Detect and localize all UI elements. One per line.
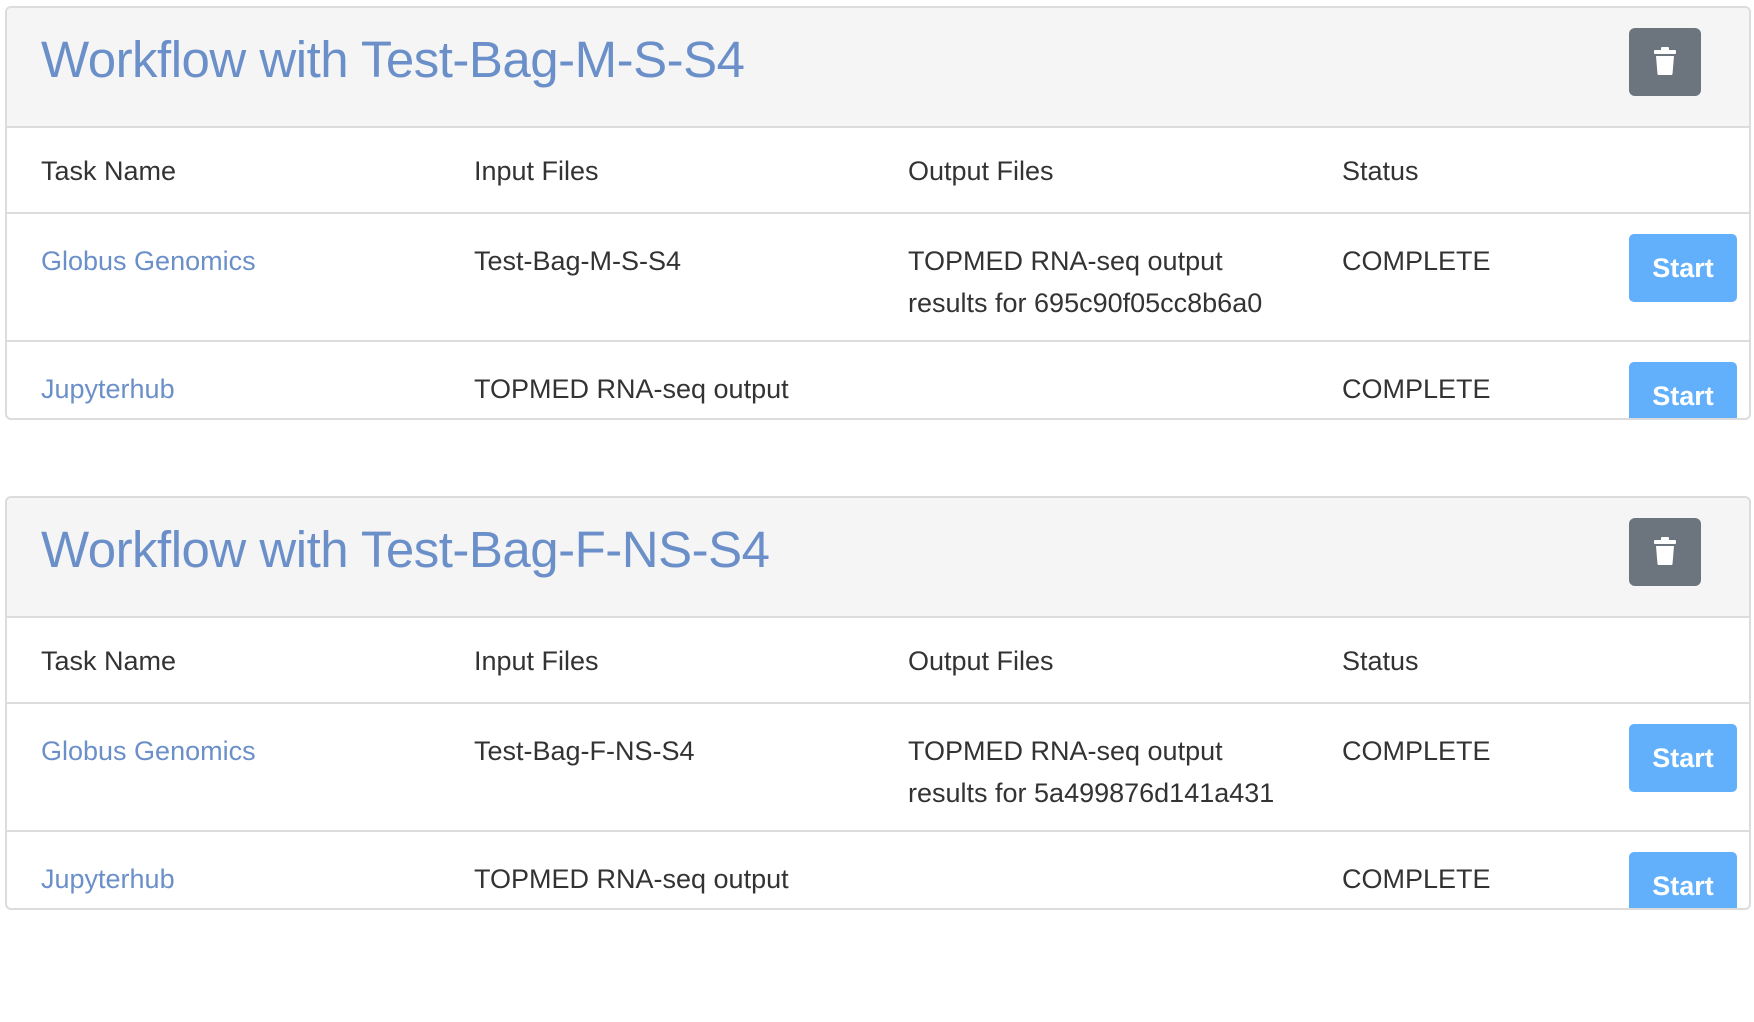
column-header-output-files: Output Files — [908, 156, 1054, 186]
table-row: Globus Genomics Test-Bag-M-S-S4 TOPMED R… — [7, 214, 1749, 342]
workflow-card-header: Workflow with Test-Bag-F-NS-S4 — [7, 498, 1749, 618]
input-file-line: results for 5a499876d141a431 — [474, 900, 894, 908]
input-file-line: results for 695c90f05cc8b6a0 — [474, 410, 894, 418]
workflow-list: Workflow with Test-Bag-M-S-S4 Task Name … — [0, 0, 1754, 1022]
task-name-cell: Jupyterhub — [41, 858, 175, 900]
output-files-cell: TOPMED RNA-seq output results for 695c90… — [908, 240, 1328, 324]
input-file-line: Test-Bag-M-S-S4 — [474, 246, 682, 276]
delete-workflow-button[interactable] — [1629, 518, 1701, 586]
status-cell: COMPLETE — [1342, 736, 1491, 766]
start-button[interactable]: Start — [1629, 234, 1737, 302]
status-cell: COMPLETE — [1342, 246, 1491, 276]
task-link-globus-genomics[interactable]: Globus Genomics — [41, 246, 256, 276]
column-header-status: Status — [1342, 156, 1419, 186]
input-file-line: Test-Bag-F-NS-S4 — [474, 736, 695, 766]
column-header-input-files: Input Files — [474, 646, 599, 676]
workflow-card-header: Workflow with Test-Bag-M-S-S4 — [7, 8, 1749, 128]
start-button[interactable]: Start — [1629, 724, 1737, 792]
input-files-cell: Test-Bag-M-S-S4 — [474, 240, 894, 282]
table-row: Jupyterhub TOPMED RNA-seq output results… — [7, 342, 1749, 418]
delete-workflow-button[interactable] — [1629, 28, 1701, 96]
table-header-row: Task Name Input Files Output Files Statu… — [7, 128, 1749, 214]
workflow-title: Workflow with Test-Bag-F-NS-S4 — [41, 521, 770, 578]
column-header-task-name: Task Name — [41, 646, 177, 676]
input-files-cell: TOPMED RNA-seq output results for 5a4998… — [474, 858, 894, 908]
output-file-line: results for 5a499876d141a431 — [908, 778, 1275, 808]
output-file-line: TOPMED RNA-seq output — [908, 246, 1223, 276]
column-header-output-files: Output Files — [908, 646, 1054, 676]
input-files-cell: Test-Bag-F-NS-S4 — [474, 730, 894, 772]
output-files-cell: TOPMED RNA-seq output results for 5a4998… — [908, 730, 1328, 814]
table-header-row: Task Name Input Files Output Files Statu… — [7, 618, 1749, 704]
task-link-jupyterhub[interactable]: Jupyterhub — [41, 864, 175, 894]
status-cell: COMPLETE — [1342, 374, 1491, 404]
output-file-line: results for 695c90f05cc8b6a0 — [908, 288, 1263, 318]
task-link-jupyterhub[interactable]: Jupyterhub — [41, 374, 175, 404]
input-file-line: TOPMED RNA-seq output — [474, 374, 789, 404]
workflow-card: Workflow with Test-Bag-M-S-S4 Task Name … — [5, 6, 1751, 420]
output-file-line: TOPMED RNA-seq output — [908, 736, 1223, 766]
task-link-globus-genomics[interactable]: Globus Genomics — [41, 736, 256, 766]
table-row: Jupyterhub TOPMED RNA-seq output results… — [7, 832, 1749, 908]
input-files-cell: TOPMED RNA-seq output results for 695c90… — [474, 368, 894, 418]
column-header-input-files: Input Files — [474, 156, 599, 186]
trash-icon — [1654, 46, 1676, 78]
status-cell: COMPLETE — [1342, 864, 1491, 894]
task-name-cell: Globus Genomics — [41, 730, 256, 772]
table-row: Globus Genomics Test-Bag-F-NS-S4 TOPMED … — [7, 704, 1749, 832]
column-header-status: Status — [1342, 646, 1419, 676]
task-name-cell: Globus Genomics — [41, 240, 256, 282]
column-header-task-name: Task Name — [41, 156, 177, 186]
task-name-cell: Jupyterhub — [41, 368, 175, 410]
trash-icon — [1654, 536, 1676, 568]
input-file-line: TOPMED RNA-seq output — [474, 864, 789, 894]
start-button[interactable]: Start — [1629, 362, 1737, 418]
workflow-card: Workflow with Test-Bag-F-NS-S4 Task Name… — [5, 496, 1751, 910]
workflow-title: Workflow with Test-Bag-M-S-S4 — [41, 31, 745, 88]
start-button[interactable]: Start — [1629, 852, 1737, 908]
